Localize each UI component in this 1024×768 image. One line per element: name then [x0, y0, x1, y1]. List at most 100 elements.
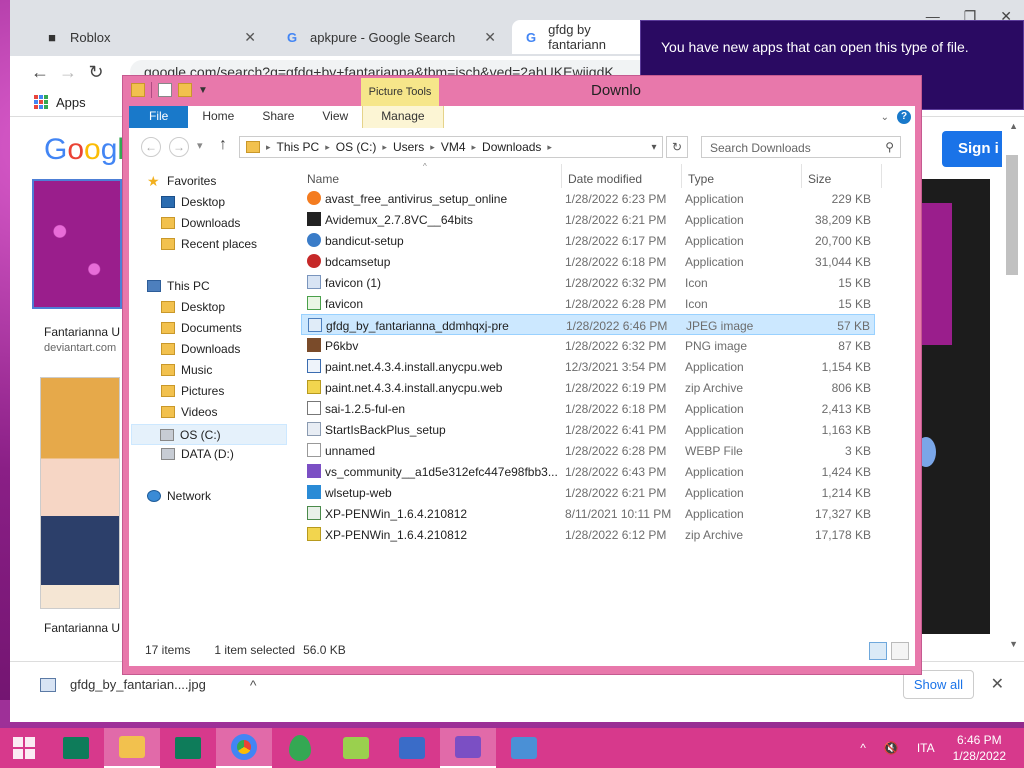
file-row[interactable]: vs_community__a1d5e312efc447e98fbb3... 1/… — [301, 461, 875, 482]
scroll-up-icon[interactable]: ▲ — [1009, 121, 1018, 131]
tab-home[interactable]: Home — [188, 106, 248, 128]
large-icons-view-button[interactable] — [891, 642, 909, 660]
column-size[interactable]: Size — [808, 172, 831, 186]
taskbar-maps[interactable] — [272, 728, 328, 768]
details-view-button[interactable] — [869, 642, 887, 660]
tab-apkpure[interactable]: G apkpure - Google Search ✕ — [272, 20, 508, 54]
file-row[interactable]: bdcamsetup 1/28/2022 6:18 PM Application 31… — [301, 251, 875, 272]
nav-pc-downloads[interactable]: Downloads — [161, 342, 240, 356]
nav-network[interactable]: Network — [147, 489, 211, 503]
back-icon[interactable]: ← — [141, 137, 161, 157]
column-type[interactable]: Type — [688, 172, 714, 186]
apps-bookmark[interactable]: Apps — [56, 95, 86, 110]
search-input[interactable]: Search Downloads ⚲ — [701, 136, 901, 158]
image-result-thumbnail[interactable] — [32, 179, 122, 309]
chevron-down-icon[interactable]: ▾ — [646, 142, 662, 153]
breadcrumb-item[interactable]: Users — [393, 140, 424, 154]
file-row[interactable]: unnamed 1/28/2022 6:28 PM WEBP File 3 KB — [301, 440, 875, 461]
google-logo[interactable]: Googl — [44, 133, 124, 167]
taskbar-sticky-notes[interactable] — [328, 728, 384, 768]
tab-gfdg[interactable]: G gfdg by fantariann — [512, 20, 652, 54]
file-name: unnamed — [325, 444, 376, 458]
file-row[interactable]: XP-PENWin_1.6.4.210812 1/28/2022 6:12 PM z… — [301, 524, 875, 545]
file-row[interactable]: Avidemux_2.7.8VC__64bits 1/28/2022 6:21 P… — [301, 209, 875, 230]
clock[interactable]: 6:46 PM 1/28/2022 — [953, 732, 1006, 764]
back-icon[interactable]: ← — [26, 62, 54, 83]
tab-manage[interactable]: Manage — [362, 106, 444, 128]
file-row[interactable]: XP-PENWin_1.6.4.210812 8/11/2021 10:11 PM… — [301, 503, 875, 524]
tab-share[interactable]: Share — [248, 106, 308, 128]
volume-muted-icon[interactable]: 🔇 — [884, 741, 899, 755]
nav-pc-data-d[interactable]: DATA (D:) — [161, 447, 234, 461]
breadcrumb-item[interactable]: This PC — [277, 140, 320, 154]
nav-pc-music[interactable]: Music — [161, 363, 212, 377]
close-icon[interactable]: ✕ — [244, 29, 256, 46]
chevron-up-icon[interactable]: ^ — [860, 741, 866, 755]
recent-locations-icon[interactable]: ▾ — [197, 139, 203, 152]
taskbar-ca-app[interactable] — [48, 728, 104, 768]
close-icon[interactable]: ✕ — [484, 29, 496, 46]
expand-ribbon-icon[interactable]: ⌄ — [881, 112, 889, 123]
image-result-title[interactable]: Fantarianna U — [44, 621, 120, 635]
sign-in-button[interactable]: Sign i — [942, 131, 1002, 167]
refresh-icon[interactable]: ↻ — [666, 136, 688, 158]
apps-icon[interactable] — [34, 95, 48, 109]
column-date-modified[interactable]: Date modified — [568, 172, 642, 186]
taskbar-ca-app-2[interactable] — [160, 728, 216, 768]
download-item[interactable]: gfdg_by_fantarian....jpg ^ — [10, 677, 256, 693]
image-file-icon — [40, 677, 56, 692]
file-row[interactable]: wlsetup-web 1/28/2022 6:21 PM Application 1… — [301, 482, 875, 503]
new-folder-icon[interactable] — [178, 83, 192, 97]
jpeg-file-icon — [308, 318, 322, 332]
nav-pc-documents[interactable]: Documents — [161, 321, 242, 335]
file-row[interactable]: paint.net.4.3.4.install.anycpu.web 1/28/2… — [301, 377, 875, 398]
nav-favorites[interactable]: ★ Favorites — [147, 174, 216, 188]
taskbar-visual-studio[interactable] — [440, 728, 496, 768]
taskbar-remote-desktop[interactable] — [496, 728, 552, 768]
file-row[interactable]: favicon (1) 1/28/2022 6:32 PM Icon 15 KB — [301, 272, 875, 293]
start-button[interactable] — [0, 728, 48, 768]
reload-icon[interactable]: ↻ — [82, 62, 110, 83]
nav-pc-desktop[interactable]: Desktop — [161, 300, 225, 314]
taskbar-file-explorer[interactable] — [104, 728, 160, 768]
address-breadcrumb[interactable]: ▸ This PC ▸ OS (C:) ▸ Users ▸ VM4 ▸ Down… — [239, 136, 663, 158]
taskbar-chrome[interactable] — [216, 728, 272, 768]
image-result-thumbnail[interactable] — [40, 377, 120, 609]
nav-this-pc[interactable]: This PC — [147, 279, 210, 293]
tab-roblox[interactable]: ■ Roblox ✕ — [32, 20, 268, 54]
nav-fav-recent[interactable]: Recent places — [161, 237, 257, 251]
file-row[interactable]: gfdg_by_fantarianna_ddmhqxj-pre 1/28/2022… — [301, 314, 875, 335]
file-row[interactable]: P6kbv 1/28/2022 6:32 PM PNG image 87 KB — [301, 335, 875, 356]
file-row[interactable]: paint.net.4.3.4.install.anycpu.web 12/3/2… — [301, 356, 875, 377]
image-preview-panel[interactable] — [922, 179, 990, 634]
nav-pc-videos[interactable]: Videos — [161, 405, 217, 419]
breadcrumb-item[interactable]: OS (C:) — [336, 140, 377, 154]
file-row[interactable]: favicon 1/28/2022 6:28 PM Icon 15 KB — [301, 293, 875, 314]
input-language[interactable]: ITA — [917, 741, 935, 755]
file-row[interactable]: sai-1.2.5-ful-en 1/28/2022 6:18 PM Applica… — [301, 398, 875, 419]
close-icon[interactable]: ✕ — [991, 674, 1004, 694]
nav-pc-os-c[interactable]: OS (C:) — [131, 424, 287, 445]
chevron-up-icon[interactable]: ^ — [250, 677, 257, 693]
nav-fav-desktop[interactable]: Desktop — [161, 195, 225, 209]
chevron-down-icon[interactable]: ▼ — [198, 85, 208, 96]
forward-icon[interactable]: → — [169, 137, 189, 157]
tab-file[interactable]: File — [129, 106, 189, 128]
taskbar-translate[interactable] — [384, 728, 440, 768]
help-icon[interactable]: ? — [897, 110, 911, 124]
file-row[interactable]: avast_free_antivirus_setup_online 1/28/20… — [301, 188, 875, 209]
scroll-down-icon[interactable]: ▼ — [1009, 639, 1018, 649]
properties-icon[interactable] — [158, 83, 172, 97]
forward-icon[interactable]: → — [54, 62, 82, 83]
up-arrow-icon[interactable]: ↑ — [219, 136, 227, 154]
file-row[interactable]: bandicut-setup 1/28/2022 6:17 PM Applicati… — [301, 230, 875, 251]
breadcrumb-item[interactable]: VM4 — [441, 140, 466, 154]
file-row[interactable]: StartIsBackPlus_setup 1/28/2022 6:41 PM Ap… — [301, 419, 875, 440]
vertical-scrollbar[interactable] — [1006, 155, 1018, 275]
nav-pc-pictures[interactable]: Pictures — [161, 384, 224, 398]
image-result-title[interactable]: Fantarianna U — [44, 325, 120, 339]
breadcrumb-item[interactable]: Downloads — [482, 140, 541, 154]
tab-view[interactable]: View — [308, 106, 362, 128]
nav-fav-downloads[interactable]: Downloads — [161, 216, 240, 230]
column-name[interactable]: Name — [307, 172, 339, 186]
